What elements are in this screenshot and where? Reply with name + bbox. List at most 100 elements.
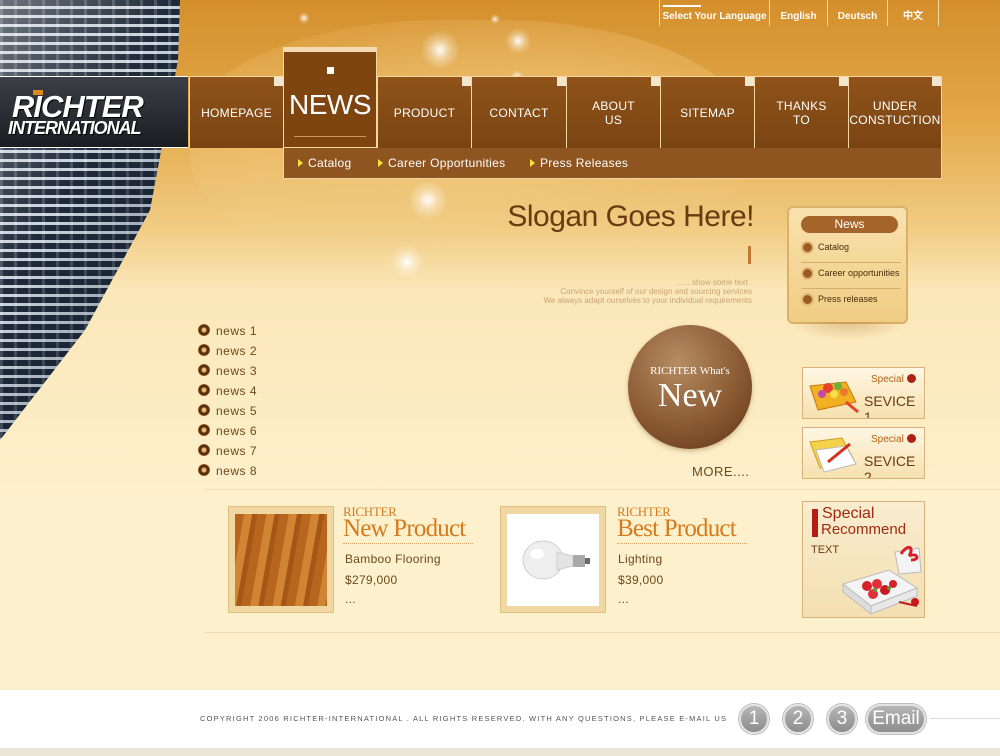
logo-text-international: INTERNATIONAL [8, 118, 142, 138]
light-glow [408, 180, 448, 220]
news-box-item-label: Press releases [818, 293, 878, 304]
news-box-item-career[interactable]: Career opportunities [801, 267, 900, 280]
product-1-more[interactable]: ... [345, 592, 356, 606]
news-list-item[interactable]: news 2 [198, 344, 257, 358]
nav-sitemap[interactable]: SITEMAP [660, 76, 754, 148]
nav-thanks-to[interactable]: THANKS TO [754, 76, 848, 148]
bullet-icon [198, 464, 210, 476]
special-recommend-text: TEXT [811, 544, 840, 556]
divider [801, 262, 901, 263]
arrow-right-icon [298, 159, 303, 167]
arrow-right-icon [530, 159, 535, 167]
nav-under-construction[interactable]: UNDER CONSTUCTION [848, 76, 942, 148]
whats-new-line-1: RICHTER What's [650, 365, 730, 377]
slogan-cursor-bar [748, 246, 751, 264]
news-box-item-label: Catalog [818, 241, 850, 252]
special-recommend-line-2: Recommend [821, 521, 907, 538]
language-deutsch-link[interactable]: Deutsch [827, 0, 887, 26]
arrow-circle-icon [906, 374, 916, 383]
subnav-press-label: Press Releases [540, 156, 629, 170]
special-service-2-banner[interactable]: Special SEVICE 2 [802, 427, 925, 479]
email-button[interactable]: Email [866, 704, 926, 734]
product-2-more[interactable]: ... [618, 592, 629, 606]
news-list-label: news 2 [216, 344, 258, 358]
nav-under-label-1: UNDER [872, 98, 918, 113]
nav-about-label-2: US [604, 112, 623, 127]
product-2-image[interactable] [500, 506, 606, 613]
gift-box-icon [841, 546, 922, 616]
nav-about-us[interactable]: ABOUT US [566, 76, 660, 148]
more-link[interactable]: MORE.... [692, 464, 749, 479]
product-2-title-underline [617, 543, 747, 544]
whats-new-badge[interactable]: RICHTER What's New [628, 325, 752, 449]
whats-new-line-2: New [657, 377, 723, 414]
footer-button-2[interactable]: 2 [783, 704, 813, 734]
news-box-item-catalog[interactable]: Catalog [801, 241, 849, 254]
service-2-label: Special [871, 434, 916, 445]
news-list-item[interactable]: news 5 [198, 404, 257, 418]
light-glow [490, 14, 500, 24]
news-box-title: News [801, 216, 898, 233]
news-list-label: news 4 [216, 384, 258, 398]
nav-news-active[interactable]: NEWS [283, 47, 377, 148]
slogan-line-2: Convince yourself of our design and sour… [560, 287, 752, 296]
slogan-title: Slogan Goes Here! [507, 200, 754, 233]
nav-under-label-2: CONSTUCTION [849, 112, 941, 127]
news-box-item-label: Career opportunities [818, 267, 900, 278]
special-service-1-banner[interactable]: Special SEVICE 1 [802, 367, 925, 419]
nav-homepage[interactable]: HOMEPAGE [189, 76, 283, 148]
bullet-icon [198, 364, 210, 376]
product-1-price: $279,000 [345, 573, 398, 587]
nav-contact[interactable]: CONTACT [471, 76, 566, 148]
light-glow [420, 30, 460, 70]
light-glow [390, 245, 424, 279]
news-list-item[interactable]: news 7 [198, 444, 257, 458]
bullet-icon [198, 444, 210, 456]
language-english-link[interactable]: English [769, 0, 827, 26]
service-1-special-text: Special [871, 374, 904, 385]
wood-floor-image [235, 514, 327, 606]
product-2-price: $39,000 [618, 573, 664, 587]
subnav-career-opportunities[interactable]: Career Opportunities [378, 156, 505, 170]
news-list-item[interactable]: news 4 [198, 384, 257, 398]
light-bulb-image [507, 514, 599, 606]
arrow-circle-icon [906, 434, 916, 443]
nav-contact-label: CONTACT [489, 105, 549, 120]
news-list-item[interactable]: news 8 [198, 464, 257, 478]
product-2-name[interactable]: Lighting [618, 552, 662, 566]
news-list-label: news 7 [216, 444, 258, 458]
special-recommend-banner[interactable]: Special Recommend TEXT [802, 501, 925, 618]
news-box-item-press[interactable]: Press releases [801, 293, 878, 306]
news-list-label: news 8 [216, 464, 258, 478]
nav-product[interactable]: PRODUCT [377, 76, 471, 148]
nav-homepage-label: HOMEPAGE [201, 105, 272, 120]
subnav-catalog[interactable]: Catalog [298, 156, 351, 170]
divider [801, 288, 901, 289]
footer-button-3[interactable]: 3 [827, 704, 857, 734]
footer-button-1[interactable]: 1 [739, 704, 769, 734]
light-glow [505, 28, 531, 54]
building-photo [0, 0, 180, 440]
product-2-title: Best Product [617, 515, 737, 542]
news-list-item[interactable]: news 3 [198, 364, 257, 378]
product-1-image[interactable] [228, 506, 334, 613]
active-indicator [327, 67, 334, 74]
document-icon [801, 267, 814, 280]
news-list-label: news 1 [216, 324, 258, 338]
product-1-title: New Product [343, 515, 466, 542]
news-list-item[interactable]: news 6 [198, 424, 257, 438]
logo[interactable]: RICHTER INTERNATIONAL [0, 76, 188, 148]
news-box: News Catalog Career opportunities Press … [787, 206, 908, 324]
language-chinese-link[interactable]: 中文 [887, 0, 939, 26]
special-recommend-line-1: Special [822, 505, 875, 522]
footer-line [930, 718, 1000, 719]
nav-about-label-1: ABOUT [592, 98, 635, 113]
subnav-press-releases[interactable]: Press Releases [530, 156, 628, 170]
candy-box-icon [809, 381, 859, 414]
news-list-item[interactable]: news 1 [198, 324, 257, 338]
document-icon [801, 293, 814, 306]
nav-sitemap-label: SITEMAP [680, 105, 735, 120]
subnav-career-label: Career Opportunities [388, 156, 506, 170]
product-1-name[interactable]: Bamboo Flooring [345, 552, 441, 566]
bullet-icon [198, 344, 210, 356]
